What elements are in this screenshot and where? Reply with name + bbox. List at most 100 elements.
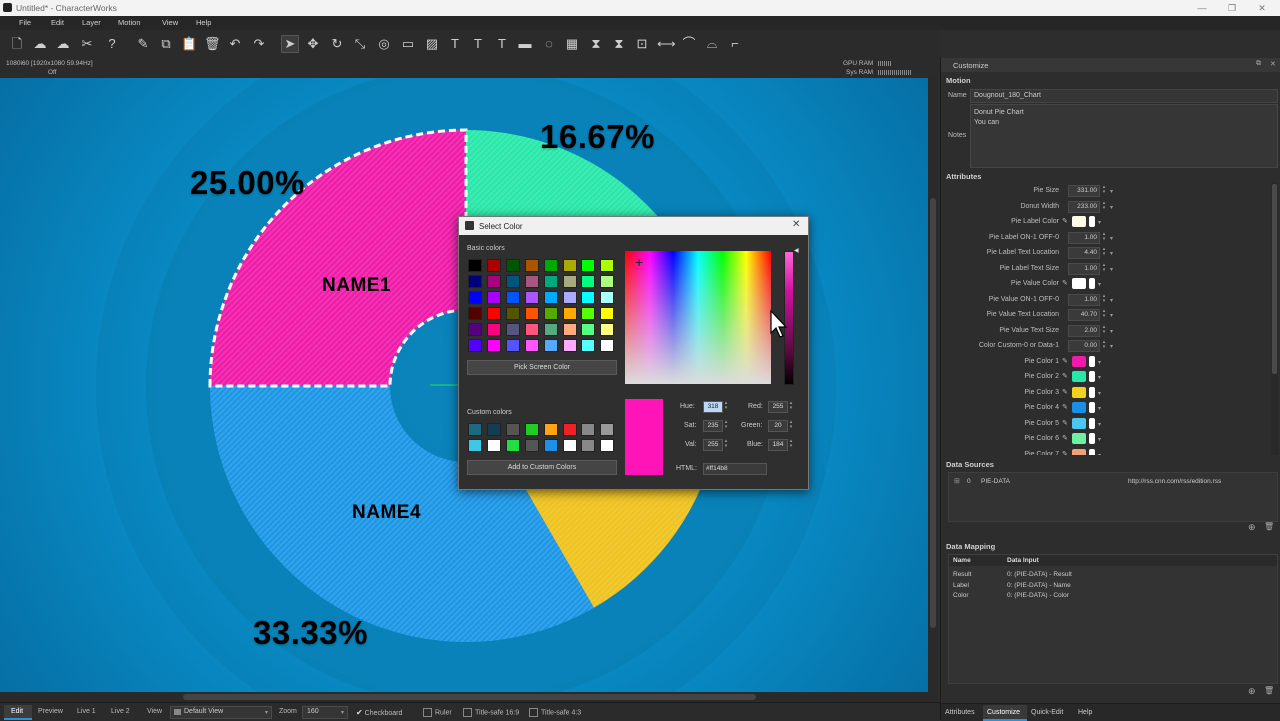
color-swatch[interactable] — [505, 323, 520, 336]
color-swatch[interactable] — [562, 291, 577, 304]
attribute-spinner[interactable]: ▴ ▾ — [1101, 293, 1107, 304]
color-swatch[interactable] — [562, 307, 577, 320]
color-swatch[interactable] — [581, 339, 596, 352]
attribute-spinner[interactable]: ▴ ▾ — [1101, 185, 1107, 195]
menu-edit[interactable]: Edit — [51, 18, 64, 27]
color-swatch[interactable] — [600, 275, 615, 288]
value-slider-arrow-icon[interactable]: ◀ — [794, 247, 799, 254]
tools-icon[interactable]: ✂ — [79, 36, 95, 52]
arc-icon[interactable]: ⌓ — [704, 36, 720, 52]
clock-icon[interactable]: ◌ — [541, 36, 557, 52]
attribute-value-field[interactable]: 1.00 — [1068, 293, 1100, 306]
color-swatch[interactable] — [468, 439, 482, 452]
checkboard-toggle[interactable]: ✔ Checkboard — [356, 708, 402, 717]
chevron-down-icon[interactable]: ▾ — [1110, 266, 1113, 273]
rectangle-icon[interactable]: ▭ — [400, 36, 416, 52]
anchor-icon[interactable]: ◎ — [376, 36, 392, 52]
mapping-row[interactable]: Result 0: (PIE-DATA) - Result — [949, 570, 1277, 580]
close-window-icon[interactable]: ✕ — [1252, 1, 1272, 15]
timer-icon[interactable]: ⧗ — [588, 36, 604, 52]
color-swatch[interactable] — [505, 307, 520, 320]
chevron-down-icon[interactable]: ▾ — [1110, 204, 1113, 211]
title-safe-43-toggle[interactable]: Title-safe 4:3 — [529, 708, 581, 717]
select-arrow-icon[interactable]: ➤ — [281, 35, 299, 53]
color-swatch[interactable] — [524, 339, 539, 352]
color-swatch[interactable] — [543, 307, 558, 320]
color-swatch[interactable] — [581, 307, 596, 320]
color-swatch[interactable] — [543, 323, 558, 336]
sat-field[interactable]: 235 — [703, 420, 723, 432]
color-swatch[interactable] — [524, 307, 539, 320]
redo-icon[interactable]: ↷ — [251, 36, 267, 52]
color-swatch[interactable] — [562, 259, 577, 272]
color-swatch[interactable] — [543, 423, 558, 436]
chevron-down-icon[interactable]: ▾ — [1098, 436, 1101, 443]
attribute-spinner[interactable]: ▴ ▾ — [1101, 231, 1107, 242]
canvas-horizontal-scrollbar[interactable] — [0, 692, 938, 702]
notes-field[interactable]: Donut Pie Chart You can — [970, 104, 1278, 168]
eyedropper-icon[interactable]: ✎ — [1062, 434, 1068, 442]
red-spinner[interactable]: ▴ ▾ — [788, 401, 794, 411]
alpha-swatch[interactable] — [1089, 433, 1095, 444]
name-field[interactable]: Dougnout_180_Chart — [970, 89, 1278, 103]
blue-spinner[interactable]: ▴ ▾ — [788, 439, 794, 449]
delete-data-source-icon[interactable]: 🗑 — [1264, 522, 1274, 531]
val-spinner[interactable]: ▴ ▾ — [723, 439, 729, 449]
menu-layer[interactable]: Layer — [82, 18, 101, 27]
alpha-swatch[interactable] — [1089, 371, 1095, 382]
chevron-down-icon[interactable]: ▾ — [1110, 235, 1113, 242]
attributes-scroll-thumb[interactable] — [1272, 184, 1277, 374]
chevron-down-icon[interactable]: ▾ — [1098, 281, 1101, 288]
color-swatch[interactable] — [505, 423, 520, 436]
color-swatch[interactable] — [524, 259, 539, 272]
calendar-icon[interactable]: ▦ — [564, 36, 580, 52]
attribute-value-field[interactable]: 331.00 — [1068, 185, 1100, 197]
chevron-down-icon[interactable]: ▾ — [1110, 312, 1113, 319]
pick-screen-color-button[interactable]: Pick Screen Color — [467, 360, 617, 375]
delete-icon[interactable]: 🗑 — [204, 36, 221, 52]
chevron-down-icon[interactable]: ▾ — [1098, 359, 1101, 366]
line-icon[interactable]: ⟷ — [657, 36, 676, 52]
frame-icon[interactable]: ⊡ — [634, 36, 650, 52]
chevron-down-icon[interactable]: ▾ — [1110, 250, 1113, 257]
color-swatch[interactable] — [486, 275, 501, 288]
color-swatch[interactable] — [524, 423, 539, 436]
blue-field[interactable]: 184 — [768, 439, 788, 451]
attribute-value-field[interactable]: 0.00 — [1068, 340, 1100, 352]
color-swatch[interactable] — [468, 259, 482, 272]
color-swatch[interactable] — [581, 323, 596, 336]
color-swatch[interactable] — [468, 323, 482, 336]
dialog-close-icon[interactable]: ✕ — [792, 219, 800, 230]
text-roll-icon[interactable]: T — [470, 36, 486, 52]
chevron-down-icon[interactable]: ▾ — [1110, 343, 1113, 350]
cloud-open-icon[interactable]: ☁ — [32, 36, 48, 52]
color-swatch[interactable] — [562, 323, 577, 336]
copy-icon[interactable]: ⧉ — [158, 36, 174, 52]
color-swatch[interactable] — [581, 259, 596, 272]
color-swatch[interactable] — [581, 439, 596, 452]
color-swatch[interactable] — [468, 275, 482, 288]
attribute-spinner[interactable]: ▴ ▾ — [1101, 324, 1107, 335]
eyedropper-icon[interactable]: ✎ — [1062, 450, 1068, 456]
color-swatch[interactable] — [543, 291, 558, 304]
color-swatch[interactable] — [486, 339, 501, 352]
alpha-swatch[interactable] — [1089, 278, 1095, 289]
alpha-swatch[interactable] — [1089, 216, 1095, 227]
eyedropper-icon[interactable]: ✎ — [1062, 279, 1068, 287]
color-swatch[interactable] — [505, 291, 520, 304]
eyedropper-icon[interactable]: ✎ — [1062, 419, 1068, 427]
val-field[interactable]: 255 — [703, 439, 723, 451]
color-swatch[interactable] — [600, 339, 615, 352]
chevron-down-icon[interactable]: ▾ — [1098, 374, 1101, 381]
sat-spinner[interactable]: ▴ ▾ — [723, 420, 729, 430]
tab-customize[interactable]: Customize — [987, 709, 1020, 716]
ticker-icon[interactable]: ▬ — [517, 36, 533, 52]
alpha-swatch[interactable] — [1089, 386, 1095, 398]
eyedropper-icon[interactable]: ✎ — [1062, 372, 1068, 380]
color-swatch[interactable] — [600, 423, 615, 436]
title-safe-169-toggle[interactable]: Title-safe 16:9 — [463, 708, 519, 717]
expand-icon[interactable]: ⊞ — [954, 477, 960, 485]
red-field[interactable]: 255 — [768, 401, 788, 413]
data-source-row[interactable]: ⊞ 0 PIE-DATA http://rss.cnn.com/rss/edit… — [952, 476, 1274, 488]
color-swatch[interactable] — [562, 275, 577, 288]
